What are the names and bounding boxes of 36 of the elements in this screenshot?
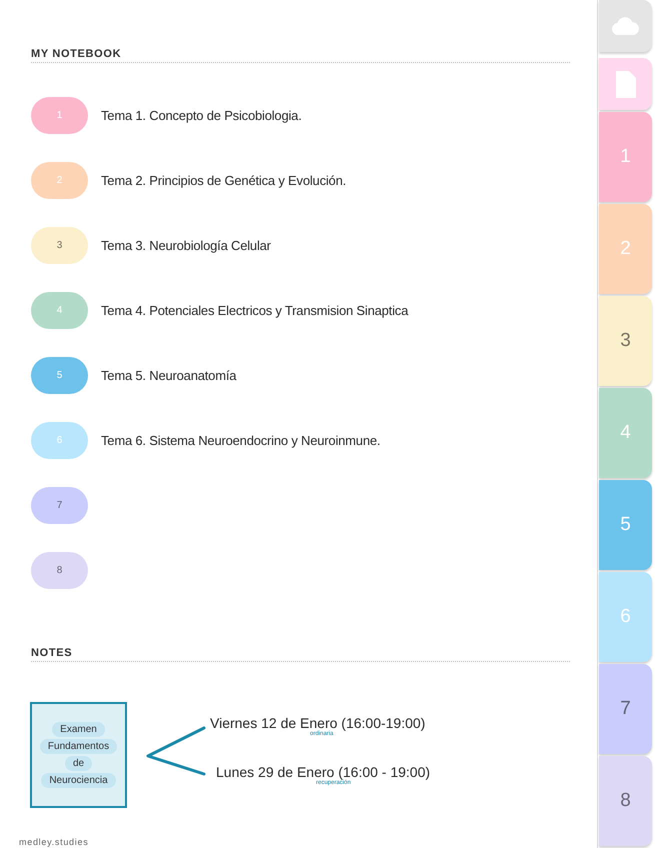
topic-title: Tema 1. Concepto de Psicobiologia.	[101, 106, 302, 125]
number-pill[interactable]: 7	[31, 487, 88, 524]
topic-title: Tema 4. Potenciales Electricos y Transmision Sinaptica	[101, 302, 408, 320]
number-pill[interactable]: 3	[31, 227, 88, 264]
branch-connector	[146, 726, 206, 776]
date-text: Lunes 29 de Enero (16:00 - 19:00)	[216, 764, 430, 780]
topic-title: Tema 2. Principios de Genética y Evolución.	[101, 172, 346, 190]
cloud-icon	[611, 17, 640, 35]
number-pill[interactable]: 6	[31, 422, 88, 459]
section-heading: NOTES	[31, 647, 570, 662]
number-pill[interactable]: 2	[31, 162, 88, 199]
section-tab[interactable]: 5	[599, 480, 652, 570]
footer-brand: medley.studies	[19, 837, 88, 847]
topic-title: Tema 5. Neuroanatomía	[101, 366, 236, 385]
number-pill[interactable]: 5	[31, 357, 88, 394]
number-pill[interactable]: 4	[31, 292, 88, 329]
section-tab[interactable]: 2	[599, 204, 652, 294]
note-card-text: Fundamentos	[40, 739, 118, 754]
note-card-text: de	[64, 756, 92, 771]
section-tab[interactable]: 3	[599, 296, 652, 386]
document-icon	[616, 70, 636, 98]
number-pill[interactable]: 8	[31, 552, 88, 589]
section-tab[interactable]: 6	[599, 572, 652, 662]
topic-title: Tema 3. Neurobiología Celular	[101, 236, 271, 255]
section-tab[interactable]	[599, 58, 652, 110]
section-tab[interactable]: 4	[599, 388, 652, 478]
note-card-text: Examen	[52, 722, 105, 737]
section-tab[interactable]: 1	[599, 112, 652, 202]
section-heading: MY NOTEBOOK	[31, 48, 570, 63]
section-tab[interactable]: 7	[599, 664, 652, 754]
section-tab[interactable]	[599, 0, 652, 52]
section-tab[interactable]: 8	[599, 756, 652, 846]
number-pill[interactable]: 1	[31, 97, 88, 134]
note-card-text: Neurociencia	[41, 773, 116, 788]
topic-title: Tema 6. Sistema Neuroendocrino y Neuroinmune.	[101, 432, 380, 450]
date-text: Viernes 12 de Enero (16:00-19:00)	[210, 715, 426, 731]
